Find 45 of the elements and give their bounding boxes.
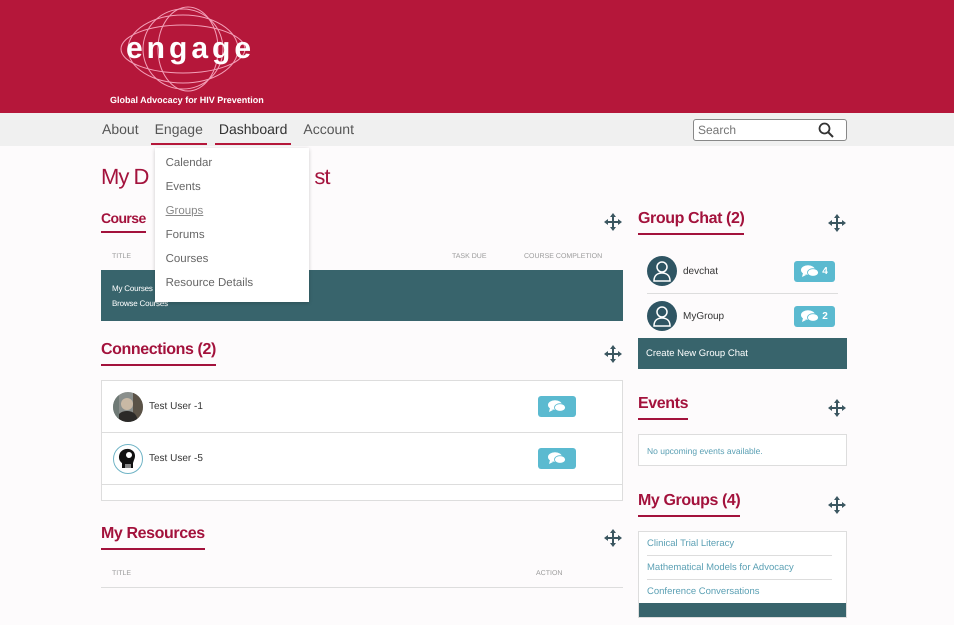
section-title: Course xyxy=(101,210,146,233)
user-avatar-icon xyxy=(647,301,677,331)
dropdown-item[interactable]: Forums xyxy=(154,224,309,248)
connection-name: Test User -1 xyxy=(149,401,204,412)
dropdown-item[interactable]: Groups xyxy=(154,200,309,224)
section-title: Events xyxy=(638,395,688,420)
group-chat-name[interactable]: devchat xyxy=(683,266,794,276)
tagline: Global Advocacy for HIV Prevention xyxy=(110,95,264,105)
move-icon[interactable] xyxy=(827,212,847,232)
move-icon[interactable] xyxy=(603,212,623,232)
chat-bubbles-icon xyxy=(801,264,820,278)
section-title: Group Chat (2) xyxy=(638,210,744,235)
head-silhouette-icon xyxy=(113,444,143,474)
move-icon[interactable] xyxy=(603,344,623,364)
group-link[interactable]: Mathematical Models for Advocacy xyxy=(647,556,832,580)
chat-bubbles-icon xyxy=(548,400,566,413)
page-title: st xyxy=(314,164,330,190)
search-input[interactable]: Search xyxy=(698,122,818,136)
dropdown-item[interactable]: Events xyxy=(154,176,309,200)
move-icon[interactable] xyxy=(603,528,623,548)
section-title: My Resources xyxy=(101,525,205,550)
dropdown-item[interactable]: Resource Details xyxy=(154,272,309,296)
nav-item[interactable]: About xyxy=(101,113,143,145)
connection-name: Test User -5 xyxy=(149,453,204,464)
section-title: Connections (2) xyxy=(101,341,216,366)
move-icon[interactable] xyxy=(827,494,847,514)
search-field[interactable]: Search xyxy=(693,118,847,140)
section-title: My Groups (4) xyxy=(638,492,740,517)
create-group-chat-button[interactable]: Create New Group Chat xyxy=(638,338,847,369)
course-link[interactable]: My Courses xyxy=(112,280,153,296)
nav-item[interactable]: Dashboard xyxy=(214,113,292,145)
chat-bubbles-icon xyxy=(548,452,566,465)
dropdown-item[interactable]: Courses xyxy=(154,248,309,272)
group-link[interactable]: Conference Conversations xyxy=(647,580,832,603)
dropdown-item[interactable]: Calendar xyxy=(154,152,309,176)
page-title: My D xyxy=(101,164,148,190)
group-chat-name[interactable]: MyGroup xyxy=(683,310,794,322)
empty-message: No upcoming events available. xyxy=(647,446,763,456)
nav-item[interactable]: Account xyxy=(299,113,358,145)
user-avatar-icon xyxy=(647,256,677,286)
chat-bubbles-icon xyxy=(801,310,820,322)
group-link[interactable]: Clinical Trial Literacy xyxy=(647,532,832,556)
nav-item[interactable]: Engage xyxy=(150,113,207,145)
move-icon[interactable] xyxy=(827,398,847,418)
search-icon[interactable] xyxy=(818,122,834,138)
